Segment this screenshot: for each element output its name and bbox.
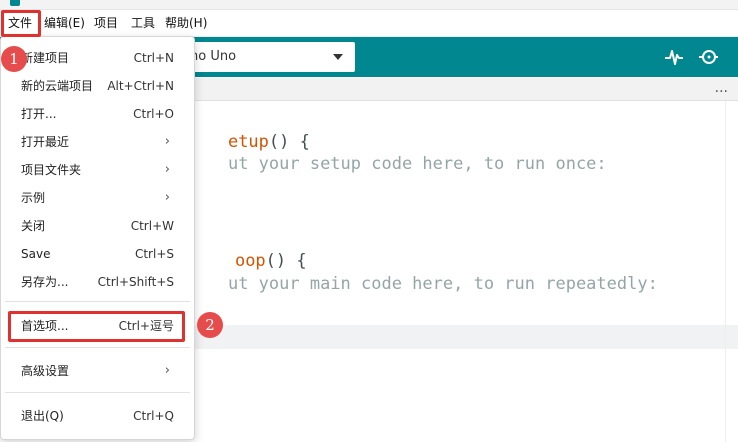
more-options-icon[interactable]: ...	[715, 78, 728, 98]
menu-item-label: 示例	[21, 191, 46, 205]
menu-item-open[interactable]: 打开... Ctrl+O	[1, 101, 194, 127]
menu-item-label: 关闭	[21, 219, 46, 233]
app-icon	[10, 0, 20, 6]
menu-item-new-sketch[interactable]: 新建项目 Ctrl+N	[1, 45, 194, 71]
menu-item-shortcut: Ctrl+Q	[133, 409, 174, 423]
chevron-right-icon: ›	[164, 363, 170, 378]
code-comment: ut your setup code here, to run once:	[227, 154, 607, 174]
menu-item-save[interactable]: Save Ctrl+S	[1, 241, 194, 267]
step-2-badge: 2	[197, 312, 223, 338]
file-menu-dropdown: 新建项目 Ctrl+N 新的云端项目 Alt+Ctrl+N 打开... Ctrl…	[0, 36, 195, 440]
menu-item-label: 另存为...	[21, 275, 69, 289]
menu-item-close[interactable]: 关闭 Ctrl+W	[1, 213, 194, 239]
menu-edit[interactable]: 编辑(E)	[41, 13, 88, 33]
menu-sketch[interactable]: 项目	[91, 13, 121, 33]
code-line: ut your setup code here, to run once:	[187, 134, 607, 194]
menu-item-label: 退出(Q)	[21, 409, 64, 423]
title-bar	[0, 0, 738, 10]
menu-item-open-recent[interactable]: 打开最近 ›	[1, 129, 194, 155]
file-menu-highlight-box	[1, 10, 41, 37]
step-1-badge: 1	[1, 46, 27, 72]
menu-bar: 文件 编辑(E) 项目 工具 帮助(H)	[0, 10, 738, 37]
chevron-right-icon: ›	[164, 134, 170, 149]
chevron-down-icon	[333, 54, 343, 60]
menu-item-label: 新的云端项目	[21, 79, 94, 93]
menu-item-label: 新建项目	[21, 51, 70, 65]
menu-item-shortcut: Ctrl+O	[133, 107, 174, 121]
menu-item-new-cloud-sketch[interactable]: 新的云端项目 Alt+Ctrl+N	[1, 73, 194, 99]
menu-item-sketchbook[interactable]: 项目文件夹 ›	[1, 157, 194, 183]
board-selector-label: no Uno	[190, 49, 237, 64]
code-comment: ut your main code here, to run repeatedl…	[227, 274, 658, 294]
menu-item-label: 打开最近	[21, 135, 70, 149]
code-line: ut your main code here, to run repeatedl…	[187, 254, 658, 314]
menu-item-advanced[interactable]: 高级设置 ›	[1, 358, 194, 384]
menu-item-shortcut: Ctrl+W	[130, 219, 174, 233]
menu-item-label: 打开...	[21, 107, 57, 121]
editor-scrollbar[interactable]	[725, 101, 738, 442]
menu-item-shortcut: Ctrl+S	[134, 247, 174, 261]
serial-plotter-icon[interactable]	[663, 46, 685, 68]
menu-separator	[5, 347, 190, 348]
menu-item-save-as[interactable]: 另存为... Ctrl+Shift+S	[1, 269, 194, 295]
menu-tools[interactable]: 工具	[128, 13, 158, 33]
chevron-right-icon: ›	[164, 190, 170, 205]
menu-help[interactable]: 帮助(H)	[162, 13, 210, 33]
menu-item-shortcut: Ctrl+Shift+S	[97, 275, 174, 289]
menu-item-label: 高级设置	[21, 364, 70, 378]
menu-separator	[5, 301, 190, 302]
preferences-highlight-box	[8, 311, 185, 342]
menu-item-shortcut: Ctrl+N	[133, 51, 174, 65]
chevron-right-icon: ›	[164, 162, 170, 177]
menu-separator	[5, 392, 190, 393]
menu-item-label: Save	[21, 247, 51, 261]
menu-item-shortcut: Alt+Ctrl+N	[107, 79, 174, 93]
menu-item-quit[interactable]: 退出(Q) Ctrl+Q	[1, 403, 194, 429]
serial-monitor-icon[interactable]	[697, 46, 719, 68]
menu-item-examples[interactable]: 示例 ›	[1, 185, 194, 211]
menu-item-label: 项目文件夹	[21, 163, 82, 177]
